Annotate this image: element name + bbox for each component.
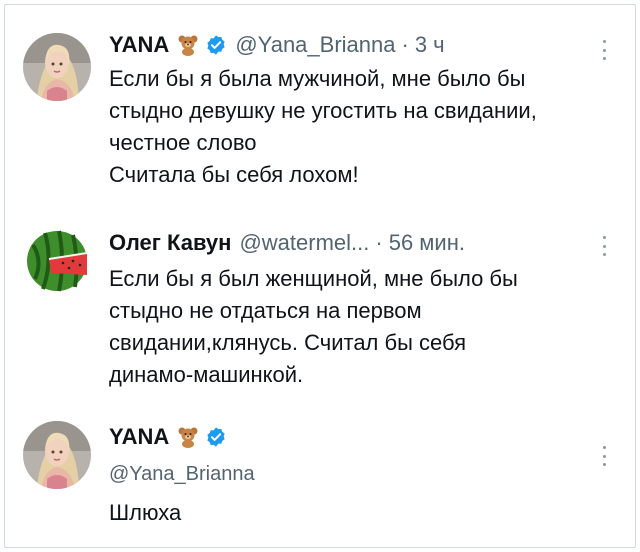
verified-badge-icon [205, 426, 227, 448]
avatar-oleg[interactable] [23, 227, 91, 295]
teddy-bear-icon [177, 34, 199, 56]
post-text: Шлюха [109, 497, 619, 529]
post-text-line: стыдно не отдаться на первом [109, 298, 422, 323]
post-header: Олег Кавун @watermel... · 56 мин. [109, 229, 465, 257]
author-handle[interactable]: @Yana_Brianna [235, 31, 395, 59]
post-text: Если бы я был женщиной, мне было бы стыд… [109, 263, 619, 391]
separator-dot: · [375, 230, 383, 255]
author-handle[interactable]: @watermel... [239, 229, 369, 257]
more-options-icon[interactable] [597, 233, 611, 259]
more-options-icon[interactable] [597, 443, 611, 469]
teddy-bear-icon [177, 426, 199, 448]
screenshot-frame: YANA @Yana_Brianna · 3 ч Если бы я была … [4, 4, 636, 548]
post-text-line: Шлюха [109, 500, 182, 525]
post-header: YANA [109, 423, 227, 451]
post-text-line: Считала бы себя лохом! [109, 162, 359, 187]
post-text-line: честное слово [109, 130, 257, 155]
separator-dot: · [401, 32, 409, 57]
post-header: YANA @Yana_Brianna · 3 ч [109, 31, 445, 59]
more-options-icon[interactable] [597, 37, 611, 63]
author-name[interactable]: YANA [109, 423, 169, 451]
verified-badge-icon [205, 34, 227, 56]
post-text-line: Если бы я был женщиной, мне было бы [109, 266, 518, 291]
avatar-yana[interactable] [23, 421, 91, 489]
post-text-line: стыдно девушку не угостить на свидании, [109, 98, 537, 123]
post-text-line: Если бы я была мужчиной, мне было бы [109, 66, 526, 91]
avatar-yana[interactable] [23, 33, 91, 101]
author-name[interactable]: YANA [109, 31, 169, 59]
author-handle[interactable]: @Yana_Brianna [109, 461, 255, 487]
post-text-line: свидании,клянусь. Считал бы себя [109, 330, 467, 355]
post-time[interactable]: 56 мин. [389, 229, 465, 257]
post-text-line: динамо-машинкой. [109, 362, 304, 387]
post-text: Если бы я была мужчиной, мне было бы сты… [109, 63, 619, 191]
author-name[interactable]: Олег Кавун [109, 229, 231, 257]
post-time[interactable]: 3 ч [415, 31, 445, 59]
